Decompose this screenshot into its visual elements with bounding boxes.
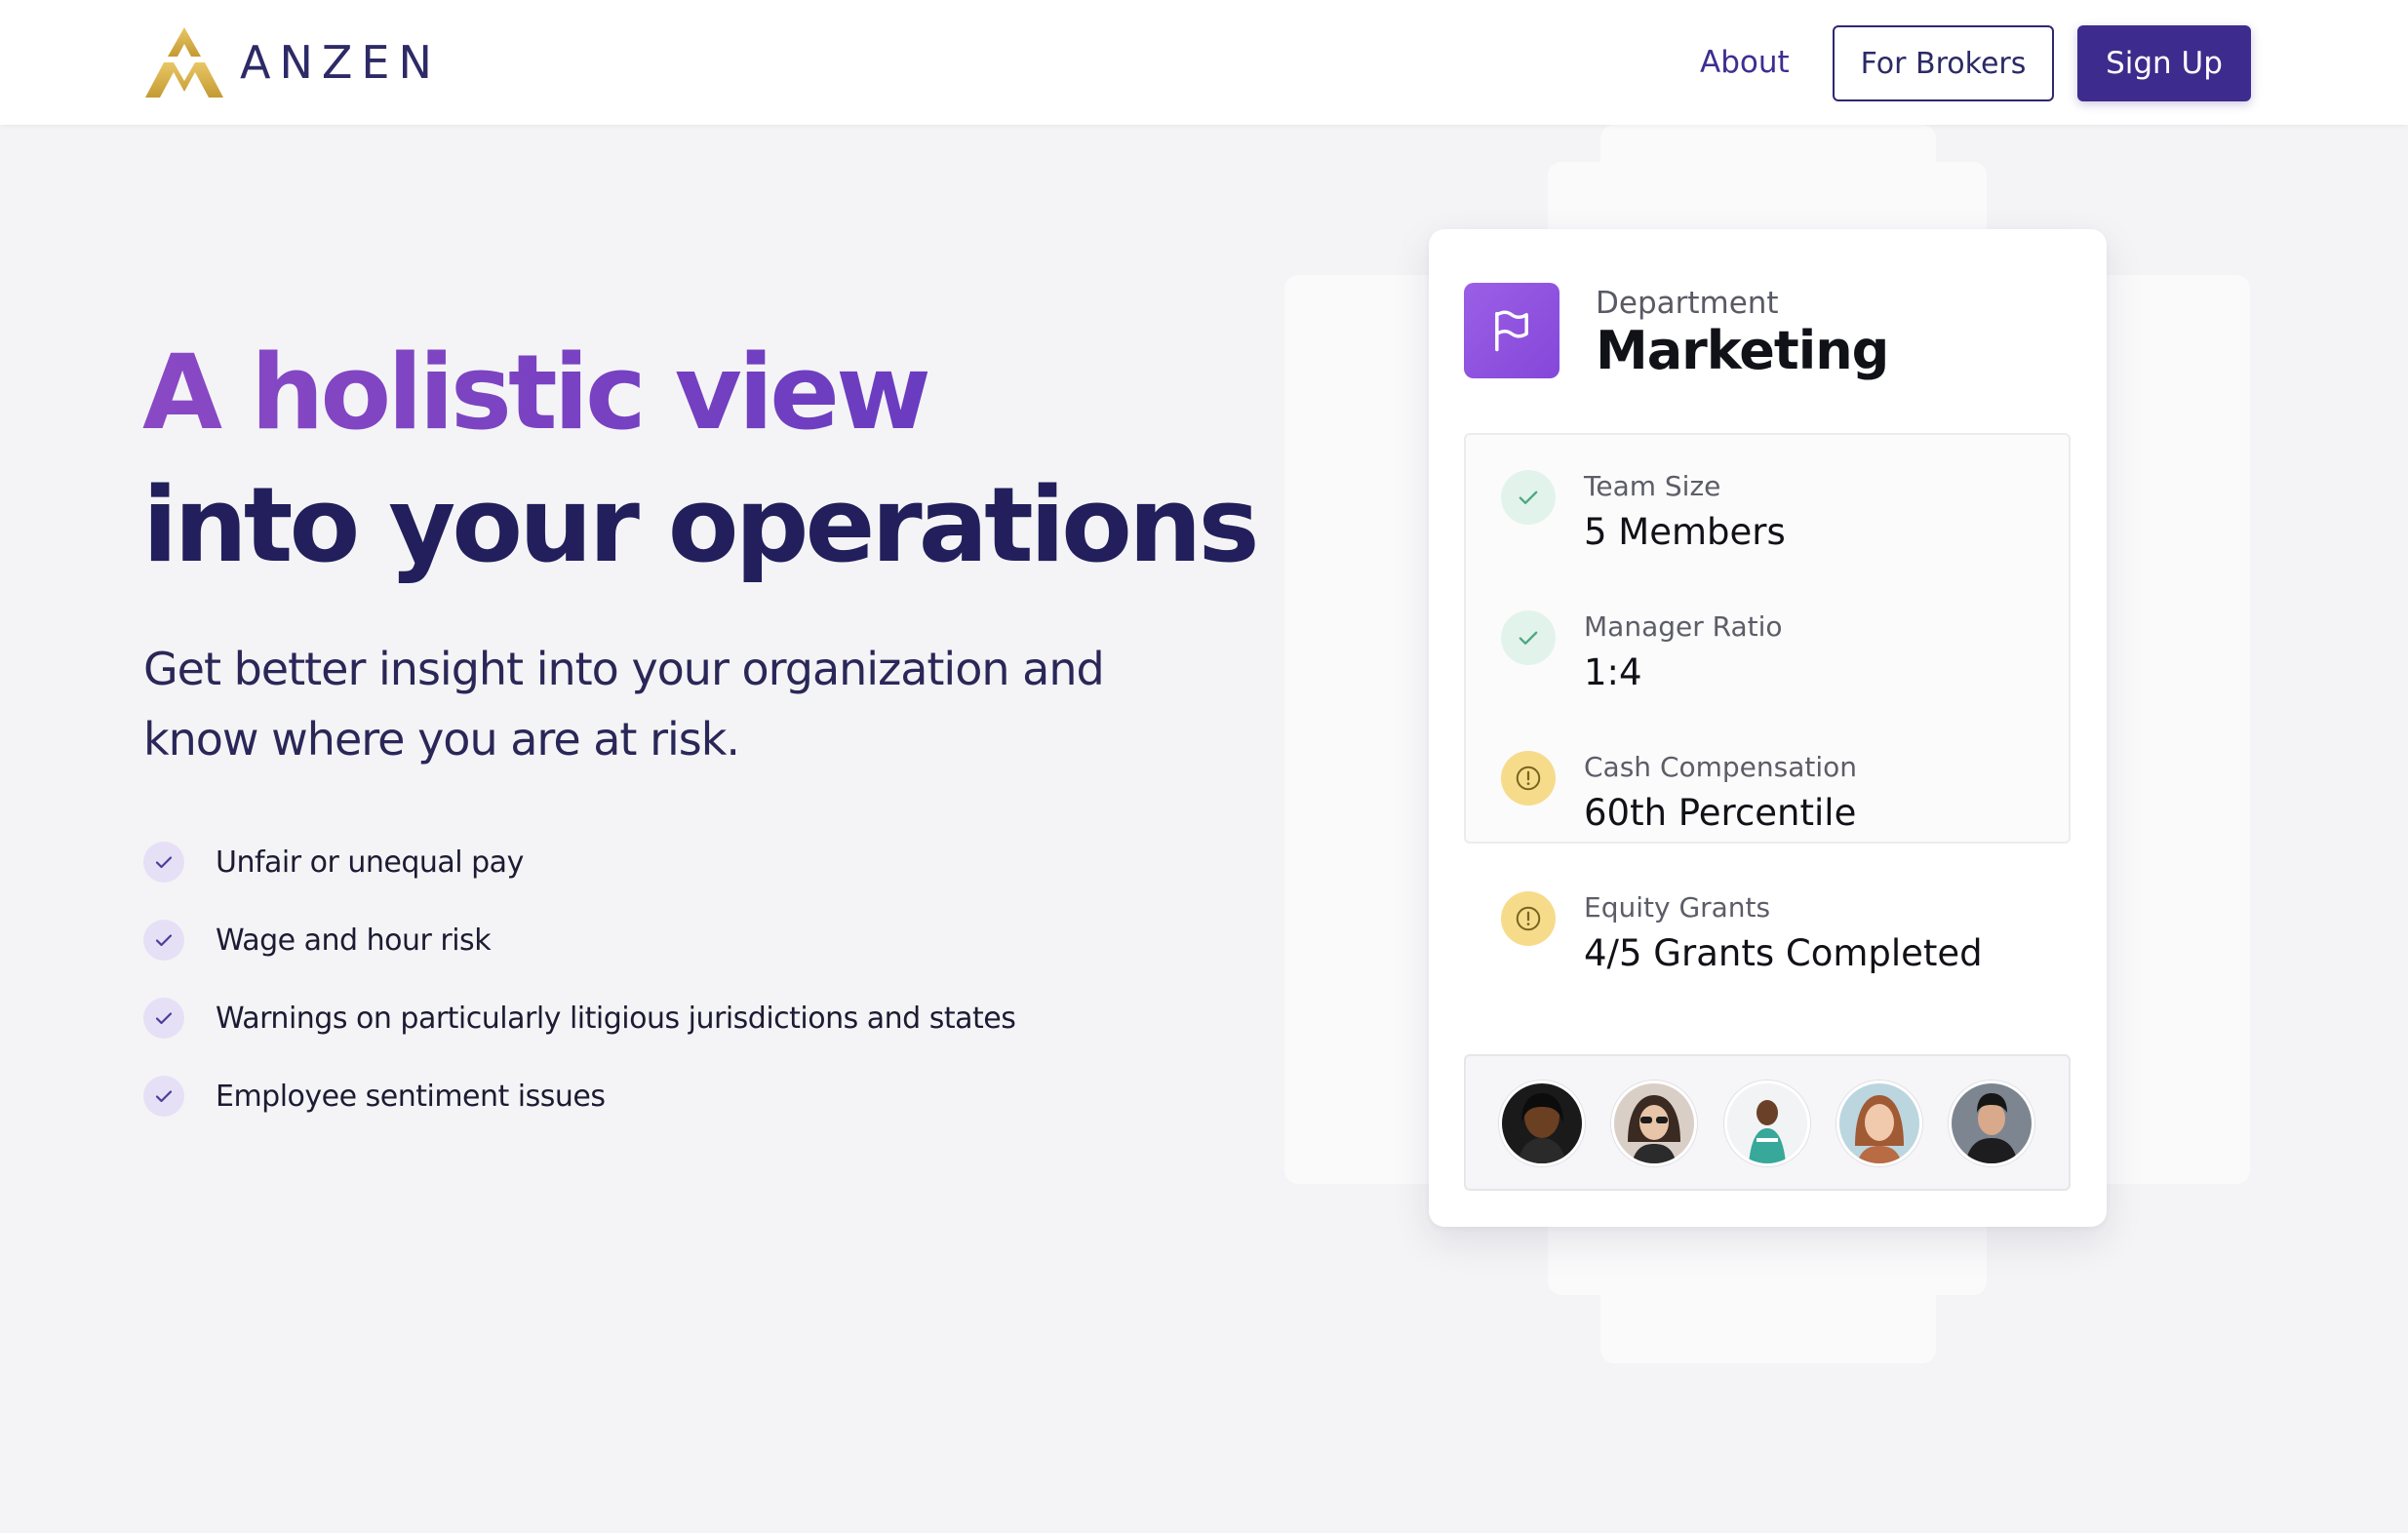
check-icon [143,920,184,961]
avatar[interactable] [1724,1081,1810,1166]
nav-about-link[interactable]: About [1700,45,1790,80]
department-card: Department Marketing Team Size 5 Members… [1429,229,2107,1227]
avatar[interactable] [1499,1081,1585,1166]
stat-value: 1:4 [1584,651,1642,693]
list-item-label: Employee sentiment issues [216,1079,606,1114]
avatar[interactable] [1611,1081,1697,1166]
list-item: Wage and hour risk [143,901,1015,979]
hero-title-line2: into your operations [142,465,1260,585]
anzen-logo[interactable]: ANZEN [144,27,441,98]
sign-up-button[interactable]: Sign Up [2077,25,2251,101]
stat-manager-ratio: Manager Ratio 1:4 [1466,575,2069,693]
stat-label: Cash Compensation [1584,751,1858,783]
flag-icon [1464,283,1559,378]
list-item: Warnings on particularly litigious juris… [143,979,1016,1057]
check-icon [1501,470,1556,525]
list-item-label: Wage and hour risk [216,923,492,958]
alert-icon [1501,891,1556,946]
list-item-label: Warnings on particularly litigious juris… [216,1001,1016,1036]
list-item-label: Unfair or unequal pay [216,845,524,880]
hero-subtitle-line1: Get better insight into your organizatio… [143,643,1105,695]
check-icon [143,998,184,1039]
top-navbar: ANZEN About For Brokers Sign Up [0,0,2408,125]
stat-label: Manager Ratio [1584,610,1783,643]
stat-value: 4/5 Grants Completed [1584,932,1983,974]
alert-icon [1501,751,1556,806]
department-label: Department [1596,286,1779,321]
for-brokers-button[interactable]: For Brokers [1833,25,2054,101]
stat-label: Equity Grants [1584,891,1771,924]
check-icon [1501,610,1556,665]
stat-value: 5 Members [1584,511,1786,553]
risk-feature-list: Unfair or unequal pay Wage and hour risk… [143,823,1016,1135]
team-avatars [1464,1054,2071,1191]
check-icon [143,1076,184,1117]
department-stats-panel: Team Size 5 Members Manager Ratio 1:4 Ca… [1464,433,2071,974]
stat-value: 60th Percentile [1584,792,1857,834]
hero-subtitle-line2: know where you are at risk. [143,713,740,766]
hero-title-line1: A holistic view [142,330,931,456]
stat-cash-compensation: Cash Compensation 60th Percentile [1466,716,2069,834]
brand-name: ANZEN [240,36,441,89]
hero-subtitle: Get better insight into your organizatio… [143,634,1138,774]
avatar[interactable] [1836,1081,1922,1166]
stat-team-size: Team Size 5 Members [1466,435,2069,553]
avatar[interactable] [1949,1081,2034,1166]
check-icon [143,842,184,883]
stat-equity-grants: Equity Grants 4/5 Grants Completed [1466,856,2069,974]
list-item: Employee sentiment issues [143,1057,1015,1135]
logo-mark-icon [145,27,223,98]
stat-label: Team Size [1584,470,1721,502]
department-name: Marketing [1596,320,1889,381]
list-item: Unfair or unequal pay [143,823,1015,901]
